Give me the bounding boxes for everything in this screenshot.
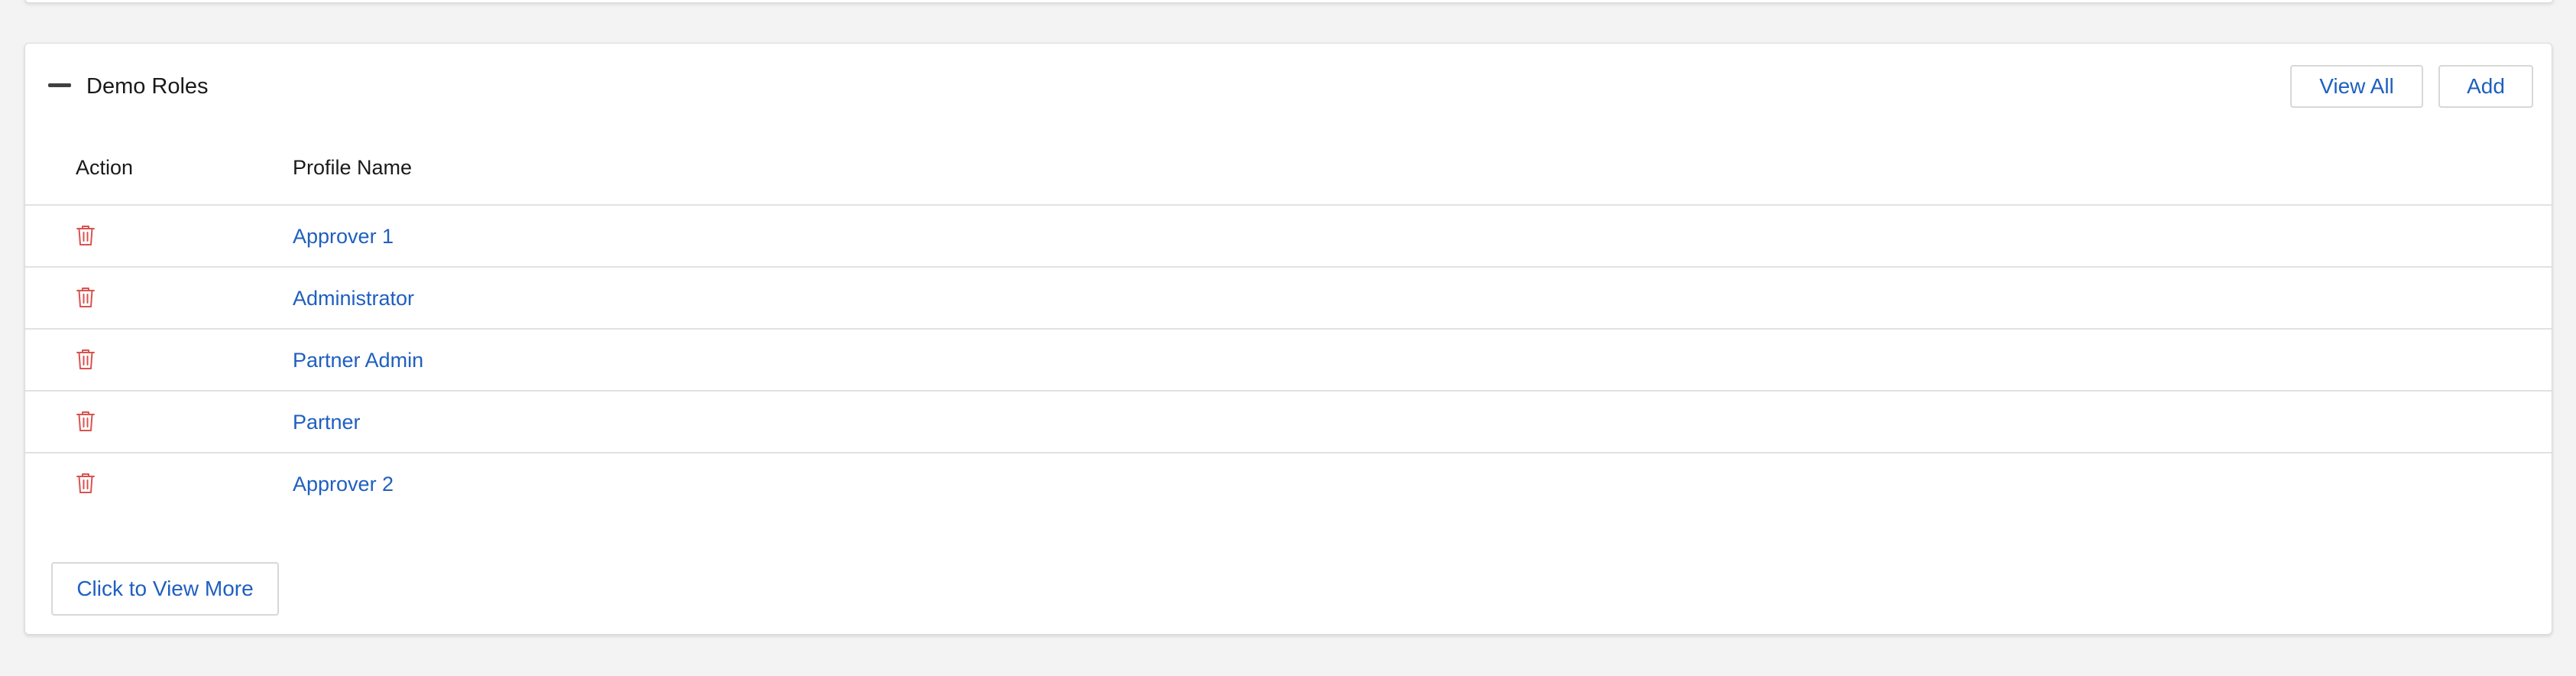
trash-icon[interactable] xyxy=(76,472,96,495)
view-more-button[interactable]: Click to View More xyxy=(51,562,279,616)
column-header-profile-name: Profile Name xyxy=(293,156,413,179)
trash-icon[interactable] xyxy=(76,286,96,309)
previous-card xyxy=(24,0,2554,3)
column-header-action: Action xyxy=(76,156,134,179)
table-row: Approver 2 xyxy=(25,453,2552,515)
card-title: Demo Roles xyxy=(86,74,209,99)
collapse-icon[interactable] xyxy=(48,83,71,87)
table-row: Approver 1 xyxy=(25,206,2552,268)
card-header: Demo Roles View All Add xyxy=(25,44,2552,129)
trash-icon[interactable] xyxy=(76,348,96,371)
table-header: Action Profile Name xyxy=(25,129,2552,206)
table-row: Administrator xyxy=(25,268,2552,330)
add-button[interactable]: Add xyxy=(2438,65,2533,108)
profile-name-link[interactable]: Approver 2 xyxy=(293,469,394,499)
view-all-button[interactable]: View All xyxy=(2290,65,2423,108)
profile-name-link[interactable]: Partner xyxy=(293,407,361,437)
trash-icon[interactable] xyxy=(76,224,96,247)
profile-name-link[interactable]: Partner Admin xyxy=(293,345,423,375)
demo-roles-card: Demo Roles View All Add Action Profile N… xyxy=(24,43,2552,635)
table-row: Partner Admin xyxy=(25,330,2552,392)
profile-name-link[interactable]: Administrator xyxy=(293,283,414,314)
table-row: Partner xyxy=(25,392,2552,453)
profile-name-link[interactable]: Approver 1 xyxy=(293,221,394,252)
trash-icon[interactable] xyxy=(76,410,96,433)
profiles-table: Action Profile Name Approver 1 Administr… xyxy=(25,129,2552,515)
